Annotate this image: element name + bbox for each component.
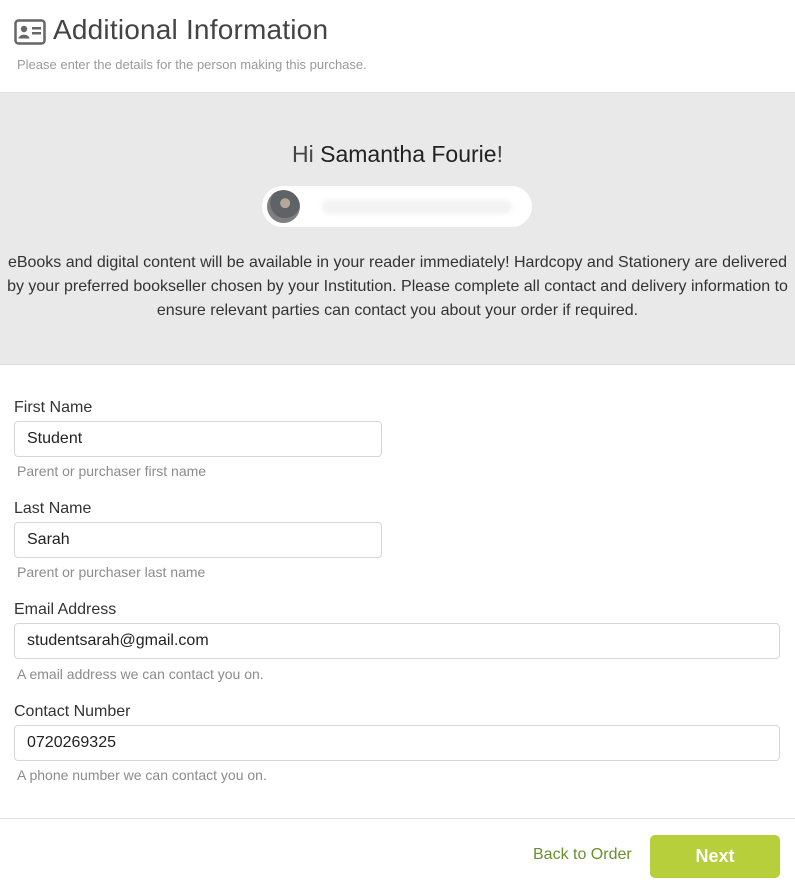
last-name-label: Last Name (14, 500, 92, 517)
user-pill (262, 186, 532, 227)
page-title: Additional Information (53, 14, 329, 45)
greeting-prefix: Hi (292, 141, 321, 167)
page-subtitle: Please enter the details for the person … (17, 57, 367, 72)
contact-number-label: Contact Number (14, 703, 131, 720)
email-help: A email address we can contact you on. (17, 666, 264, 682)
first-name-label: First Name (14, 399, 93, 416)
user-name: Samantha Fourie (320, 141, 497, 167)
greeting: Hi Samantha Fourie! (0, 141, 795, 168)
email-field[interactable] (14, 623, 780, 659)
page-header: Additional Information Please enter the … (0, 0, 795, 93)
next-button[interactable]: Next (650, 835, 780, 878)
last-name-help: Parent or purchaser last name (17, 564, 206, 580)
contact-number-field[interactable] (14, 725, 780, 761)
back-to-order-link[interactable]: Back to Order (533, 846, 632, 864)
email-label: Email Address (14, 601, 117, 618)
avatar (267, 190, 300, 223)
greeting-suffix: ! (496, 141, 503, 167)
last-name-field[interactable] (14, 522, 382, 558)
redacted-user-detail (322, 200, 512, 214)
first-name-field[interactable] (14, 421, 382, 457)
footer-divider (0, 818, 795, 819)
info-text: eBooks and digital content will be avail… (7, 254, 788, 319)
id-card-icon (14, 19, 46, 45)
contact-number-help: A phone number we can contact you on. (17, 767, 267, 783)
first-name-help: Parent or purchaser first name (17, 463, 207, 479)
user-banner: Hi Samantha Fourie! eBooks and digital c… (0, 93, 795, 365)
